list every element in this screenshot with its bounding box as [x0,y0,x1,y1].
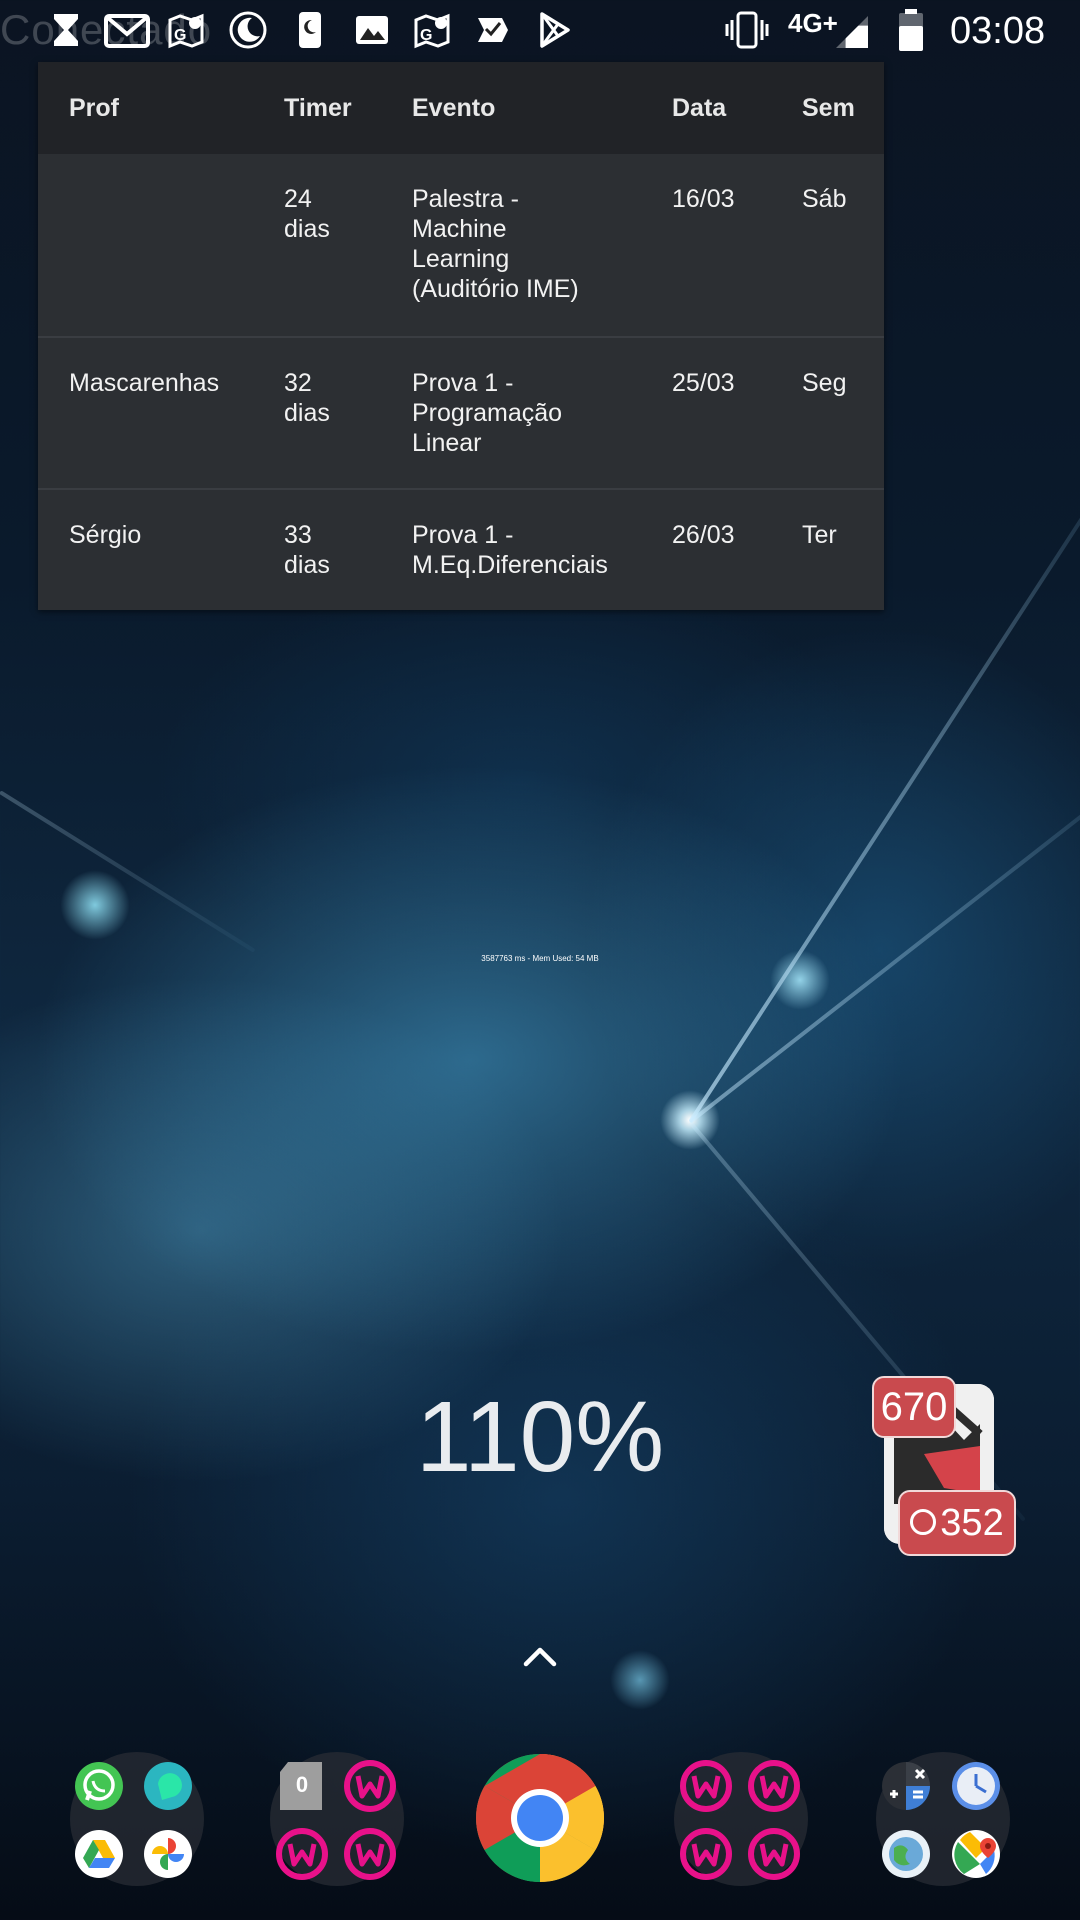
pink-app-icon [344,1760,396,1812]
play-store-icon[interactable] [534,10,574,50]
cell-prof: Sérgio [69,521,142,549]
column-header-data: Data [672,94,727,122]
wallpaper-glow [60,870,130,940]
pink-app-icon [344,1828,396,1880]
column-header-timer: Timer [284,94,352,122]
memory-debug-text: 3587763 ms - Mem Used: 54 MB [481,954,599,963]
earth-icon [882,1830,930,1878]
events-table-widget[interactable]: Prof Timer Evento Data Sem 24 dias Pales… [38,62,884,610]
counter-top-badge: 670 [872,1376,956,1438]
cell-evento: Prova 1 - Programação Linear [412,369,563,457]
vibrate-icon [725,11,769,49]
chevron-up-icon[interactable] [520,1638,560,1674]
svg-text:G: G [420,27,432,44]
google-drive-icon [75,1830,123,1878]
pink-app-icon [748,1760,800,1812]
timer-icon [910,1508,937,1535]
wallpaper-streak [0,790,256,953]
network-type: 4G+ [788,8,838,38]
cell-sem: Sáb [802,185,847,213]
counter-bottom-value: 352 [940,1502,1004,1544]
counter-widget[interactable]: 670 352 [872,1376,1016,1562]
cell-sem: Seg [802,369,847,397]
chrome-icon[interactable] [474,1752,606,1884]
maps-icon[interactable]: G [166,10,206,50]
table-row[interactable]: Sérgio 33 dias Prova 1 - M.Eq.Diferencia… [38,488,884,610]
battery-percent-widget[interactable]: 110% [380,1380,700,1495]
clock-icon [952,1762,1000,1810]
battery-icon [899,9,923,51]
table-header: Prof Timer Evento Data Sem [38,62,884,154]
counter-app-badge: 0 [295,1772,309,1797]
phone-app-icon [144,1762,192,1810]
pink-app-icon [680,1760,732,1812]
wallpaper-glow [610,1650,670,1710]
cell-data: 16/03 [672,185,735,213]
table-row[interactable]: 24 dias Palestra - Machine Learning (Aud… [38,154,884,334]
calculator-icon [882,1762,930,1810]
cell-evento: Palestra - Machine Learning (Auditório I… [412,185,579,303]
google-photos-icon [144,1830,192,1878]
cell-evento: Prova 1 - M.Eq.Diferenciais [412,521,608,579]
cell-timer: 24 dias [284,185,330,243]
dock-folder-apps[interactable]: 0 [270,1752,404,1886]
clock-time: 03:08 [950,10,1046,52]
whatsapp-icon [75,1762,123,1810]
counter-bottom-badge: 352 [898,1490,1016,1556]
cell-sem: Ter [802,521,837,549]
status-bar: Conectado G G 4G+ 03:08 [0,0,1080,60]
dock-folder-pink-apps[interactable] [674,1752,808,1886]
signal-icon [836,16,868,48]
hourglass-icon[interactable] [46,10,86,50]
moon-icon[interactable] [228,10,268,50]
image-icon[interactable] [352,10,392,50]
pink-app-icon [276,1828,328,1880]
table-row[interactable]: Mascarenhas 32 dias Prova 1 - Programaçã… [38,336,884,488]
svg-text:G: G [174,27,186,44]
cell-timer: 33 dias [284,521,330,579]
column-header-evento: Evento [412,94,496,122]
wallpaper-streak [688,775,1080,1124]
counter-app-icon: 0 [276,1760,328,1812]
cell-data: 25/03 [672,369,735,397]
maps-icon[interactable]: G [412,10,452,50]
pink-app-icon [680,1828,732,1880]
pink-app-icon [748,1828,800,1880]
cell-prof: Mascarenhas [69,369,220,397]
dock-folder-communication[interactable] [70,1752,204,1886]
phone-night-icon[interactable] [290,10,330,50]
column-header-prof: Prof [69,94,119,122]
google-maps-icon [952,1830,1000,1878]
cell-data: 26/03 [672,521,735,549]
dock-folder-tools[interactable] [876,1752,1010,1886]
gmail-icon[interactable] [104,10,150,50]
task-check-icon[interactable] [474,10,514,50]
cell-timer: 32 dias [284,369,330,427]
column-header-sem: Sem [802,94,855,122]
